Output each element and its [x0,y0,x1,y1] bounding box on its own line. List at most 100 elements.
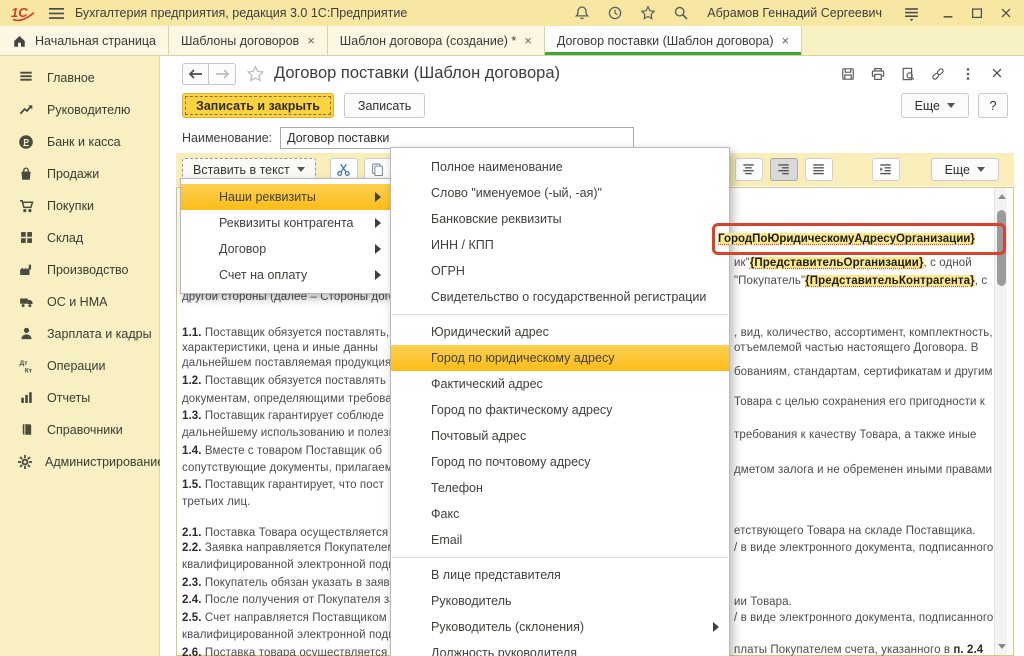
link-icon[interactable] [930,66,946,82]
template-field-text: {ПредставительКонтрагента} [805,275,975,287]
document-text: Счет направляется Поставщиком [202,612,387,624]
sidebar-item-truck[interactable]: ОС и НМА [0,286,159,318]
scroll-up-icon[interactable] [998,194,1006,199]
align-justify-icon [811,162,826,177]
1c-logo: 1С [10,5,37,22]
align-center-button[interactable] [735,158,763,181]
menu-item-label: Наши реквизиты [219,190,316,204]
main-menu-icon[interactable] [47,5,65,21]
insert-menu-item[interactable]: Реквизиты контрагента [181,210,391,236]
close-icon[interactable] [999,6,1014,21]
insert-submenu-item[interactable]: Юридический адрес [391,319,729,345]
align-justify-button[interactable] [805,158,833,181]
sidebar-item-factory[interactable]: Производство [0,254,159,286]
insert-submenu-item[interactable]: Должность руководителя [391,640,729,656]
document-line: 1.5. Поставщик гарантирует, что пост [182,478,393,492]
minimize-icon[interactable] [941,6,956,21]
kebab-icon[interactable] [960,66,976,82]
name-input[interactable] [280,127,634,149]
menu-item-label: Должность руководителя [431,646,577,656]
more-button[interactable]: Еще [901,93,969,118]
insert-submenu-item[interactable]: В лице представителя [391,562,729,588]
sidebar-item-person[interactable]: Зарплата и кадры [0,318,159,350]
insert-submenu-item[interactable]: Свидетельство о государственной регистра… [391,284,729,310]
insert-submenu-item[interactable]: Почтовый адрес [391,423,729,449]
document-line: третьих лиц. [182,495,393,509]
template-field-text: ГородПоЮридическомуАдресуОрганизации} [718,233,975,245]
scroll-down-icon[interactable] [998,644,1006,649]
favorite-star-icon[interactable] [246,65,265,83]
insert-menu-item[interactable]: Наши реквизиты [181,184,391,210]
tab-close-icon[interactable]: × [524,34,532,47]
star-icon[interactable] [640,5,657,22]
menu-item-label: Договор [219,242,266,256]
insert-submenu-item[interactable]: Банковские реквизиты [391,206,729,232]
sidebar-item-cart[interactable]: Покупки [0,190,159,222]
history-icon[interactable] [607,5,624,22]
current-user[interactable]: Абрамов Геннадий Сергеевич [707,6,882,20]
insert-submenu-item[interactable]: Фактический адрес [391,371,729,397]
indent-button[interactable] [872,158,900,181]
sections-icon [17,70,35,87]
sidebar-item-sections[interactable]: Главное [0,62,159,94]
sidebar-item-gear[interactable]: Администрирование [0,446,159,478]
toolbar-more-button[interactable]: Еще [931,158,999,181]
indent-icon [878,162,893,177]
vertical-scrollbar[interactable] [994,188,1007,655]
document-line: 2.6. Поставка товара осуществляется [182,646,393,656]
service-menu-icon[interactable] [903,5,920,22]
insert-submenu-item[interactable]: Руководитель (склонения) [391,614,729,640]
sidebar-item-dtkt[interactable]: ДтКтОперации [0,350,159,382]
svg-text:Кт: Кт [24,367,32,374]
document-text: 2.1. [182,527,202,539]
sidebar-item-bars[interactable]: Отчеты [0,382,159,414]
back-button[interactable] [182,63,209,85]
bell-icon[interactable] [574,5,591,22]
print-icon[interactable] [870,66,886,82]
insert-submenu-item[interactable]: Руководитель [391,588,729,614]
sidebar-item-label: Справочники [47,423,123,437]
maximize-icon[interactable] [970,6,985,21]
insert-submenu-item[interactable]: Телефон [391,475,729,501]
save-and-close-button[interactable]: Записать и закрыть [182,93,334,118]
insert-submenu-item[interactable]: ИНН / КПП [391,232,729,258]
tab-close-icon[interactable]: × [307,34,315,47]
insert-menu-item[interactable]: Счет на оплату [181,262,391,288]
sidebar-item-book[interactable]: Справочники [0,414,159,446]
insert-submenu-item[interactable]: Факс [391,501,729,527]
document-text: ии Товара. [734,596,792,608]
sidebar-item-label: Продажи [47,167,99,181]
menu-separator [392,557,728,558]
menu-item-label: Город по почтовому адресу [431,455,591,469]
tab-2[interactable]: Шаблоны договоров× [169,26,328,55]
insert-submenu-item[interactable]: Город по юридическому адресу [391,345,729,371]
sidebar-item-grid[interactable]: Склад [0,222,159,254]
align-right-button[interactable] [770,158,798,181]
chevron-down-icon [977,167,985,172]
menu-item-label: Слово "именуемое (-ый, -ая)" [431,186,602,200]
insert-menu-item[interactable]: Договор [181,236,391,262]
tab-close-icon[interactable]: × [782,34,790,47]
tab-4[interactable]: Договор поставки (Шаблон договора)× [545,26,802,55]
help-button[interactable]: ? [978,93,1008,118]
search-icon[interactable] [673,5,690,22]
sidebar-item-trend[interactable]: Руководителю [0,94,159,126]
tab-3[interactable]: Шаблон договора (создание) *× [328,26,545,55]
tab-1[interactable]: Начальная страница [0,26,169,55]
preview-icon[interactable] [900,66,916,82]
sidebar-item-ruble[interactable]: РБанк и касса [0,126,159,158]
insert-submenu-item[interactable]: Слово "именуемое (-ый, -ая)" [391,180,729,206]
insert-submenu-item[interactable]: ОГРН [391,258,729,284]
save-button[interactable]: Записать [344,93,425,118]
insert-submenu-item[interactable]: Город по фактическому адресу [391,397,729,423]
document-text: 1.5. [182,479,202,491]
insert-submenu-item[interactable]: Email [391,527,729,553]
close-icon[interactable] [990,66,1006,82]
insert-submenu-item[interactable]: Полное наименование [391,154,729,180]
sidebar-item-bag[interactable]: Продажи [0,158,159,190]
sidebar-item-label: Отчеты [47,391,90,405]
document-line: дальнейшему использованию и полезн [182,426,393,440]
forward-button[interactable] [209,63,236,85]
save-icon[interactable] [840,66,856,82]
insert-submenu-item[interactable]: Город по почтовому адресу [391,449,729,475]
